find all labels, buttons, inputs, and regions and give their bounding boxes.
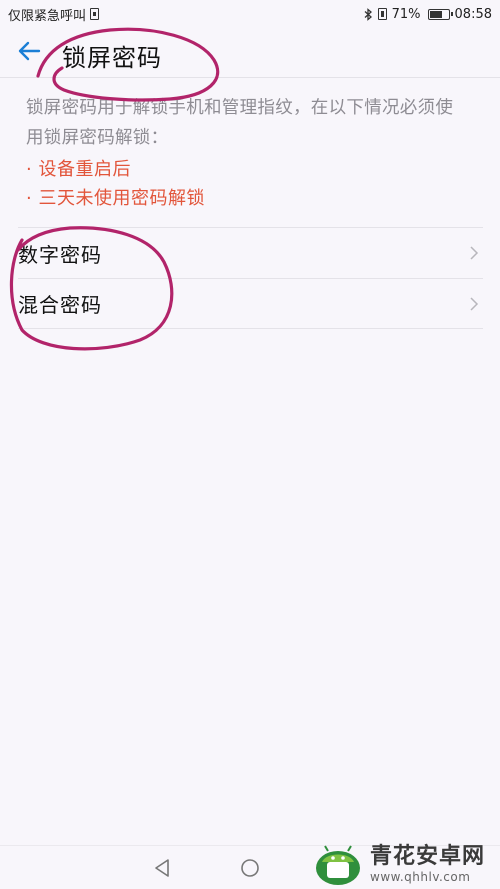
condition-three-days-unused: · 三天未使用密码解锁	[26, 188, 205, 209]
watermark-text: 青花安卓网 www.qhhlv.com	[370, 844, 485, 884]
option-numeric-password[interactable]: 数字密码	[18, 227, 483, 278]
description-line-1: 锁屏密码用于解锁手机和管理指纹，在以下情况必须使	[26, 98, 454, 118]
status-bar: 仅限紧急呼叫 71% 08:58	[0, 0, 500, 28]
description-line-2: 用锁屏密码解锁：	[26, 128, 169, 148]
sim-card-icon	[90, 8, 100, 20]
chevron-right-icon	[469, 245, 479, 261]
carrier-text: 仅限紧急呼叫	[8, 8, 87, 24]
password-type-list: 数字密码 混合密码	[18, 227, 483, 329]
option-mixed-password[interactable]: 混合密码	[18, 278, 483, 329]
bluetooth-icon	[364, 7, 373, 21]
watermark-url: www.qhhlv.com	[370, 869, 471, 884]
status-left: 仅限紧急呼叫	[8, 5, 100, 24]
lock-password-description: 锁屏密码用于解锁手机和管理指纹，在以下情况必须使 用锁屏密码解锁：	[26, 93, 476, 153]
vibrate-icon	[377, 8, 387, 20]
nav-home-button[interactable]	[240, 858, 260, 882]
watermark-name: 青花安卓网	[370, 843, 486, 869]
app-header: 锁屏密码	[0, 28, 500, 78]
chevron-right-icon	[469, 296, 479, 312]
circle-home-icon	[240, 859, 260, 882]
clock: 08:58	[454, 6, 492, 22]
status-right: 71% 08:58	[364, 7, 492, 22]
battery-level-fill	[429, 10, 442, 18]
site-watermark: 青花安卓网 www.qhhlv.com	[312, 838, 500, 889]
option-label: 数字密码	[18, 242, 102, 267]
triangle-back-icon	[153, 859, 171, 882]
battery-percent: 71%	[391, 6, 421, 22]
back-button[interactable]	[14, 40, 44, 66]
android-logo-icon	[316, 844, 360, 885]
option-label: 混合密码	[18, 293, 102, 317]
battery-icon	[427, 8, 453, 20]
back-arrow-icon	[17, 41, 41, 65]
condition-device-restart: · 设备重启后	[26, 159, 131, 180]
nav-back-button[interactable]	[153, 858, 171, 882]
page-title: 锁屏密码	[62, 44, 162, 72]
